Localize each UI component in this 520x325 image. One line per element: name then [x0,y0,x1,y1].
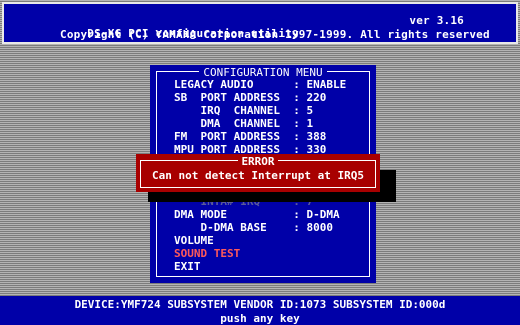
menu-item-dma-mode[interactable]: DMA MODE : D-DMA [174,208,340,221]
error-shadow [148,192,396,202]
menu-item-sb-irq-channel[interactable]: IRQ CHANNEL : 5 [174,104,313,117]
version-label: ver 3.16 [409,14,464,27]
menu-item-sound-test[interactable]: SOUND TEST [174,247,240,260]
error-message: Can not detect Interrupt at IRQ5 [152,169,364,182]
menu-item-legacy-audio[interactable]: LEGACY AUDIO : ENABLE [174,78,346,91]
menu-item-fm-port-address[interactable]: FM PORT ADDRESS : 388 [174,130,326,143]
menu-item-volume[interactable]: VOLUME [174,234,214,247]
menu-item-sb-port-address[interactable]: SB PORT ADDRESS : 220 [174,91,326,104]
menu-item-d-dma-base[interactable]: D-DMA BASE : 8000 [174,221,332,234]
error-dialog: ERROR Can not detect Interrupt at IRQ5 [136,154,380,192]
device-info: DEVICE:YMF724 SUBSYSTEM VENDOR ID:1073 S… [74,298,446,311]
error-title: ERROR [136,155,380,168]
status-bar: DEVICE:YMF724 SUBSYSTEM VENDOR ID:1073 S… [0,296,520,325]
menu-item-exit[interactable]: EXIT [174,260,201,273]
push-any-key-prompt: push any key [220,312,300,325]
menu-item-sb-dma-channel[interactable]: DMA CHANNEL : 1 [174,117,313,130]
title-panel: DS-XG PCI configuration utility ver 3.16… [2,2,518,44]
copyright-line: Copyright (C) YAMAHA Corporation 1997-19… [60,28,490,41]
